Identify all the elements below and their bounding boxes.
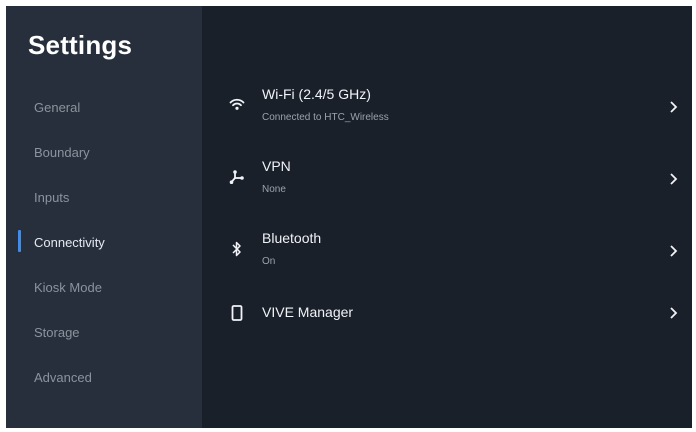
sidebar-item-label: Boundary: [34, 144, 90, 160]
vpn-row[interactable]: VPN None: [202, 150, 692, 206]
wifi-title: Wi-Fi (2.4/5 GHz): [262, 86, 371, 102]
settings-window: Settings General Boundary Inputs Connect…: [6, 6, 692, 428]
sidebar-item-storage[interactable]: Storage: [6, 314, 202, 350]
sidebar-item-label: General: [34, 99, 81, 115]
bluetooth-status: On: [262, 256, 276, 267]
wifi-row[interactable]: Wi-Fi (2.4/5 GHz) Connected to HTC_Wirel…: [202, 78, 692, 134]
active-indicator: [18, 230, 21, 252]
vpn-title: VPN: [262, 158, 291, 174]
chevron-right-icon: [668, 306, 680, 320]
vpn-icon: [228, 168, 246, 186]
wifi-icon: [228, 95, 246, 113]
phone-icon: [228, 304, 246, 322]
chevron-right-icon: [668, 244, 680, 258]
sidebar-item-label: Kiosk Mode: [34, 279, 102, 295]
sidebar: Settings General Boundary Inputs Connect…: [6, 6, 202, 428]
sidebar-item-boundary[interactable]: Boundary: [6, 134, 202, 170]
sidebar-item-label: Inputs: [34, 189, 70, 205]
page-title: Settings: [28, 30, 133, 60]
sidebar-item-label: Connectivity: [34, 234, 105, 250]
sidebar-item-label: Advanced: [34, 369, 92, 385]
sidebar-item-label: Storage: [34, 324, 80, 340]
sidebar-item-advanced[interactable]: Advanced: [6, 359, 202, 395]
vive-manager-title: VIVE Manager: [262, 304, 354, 320]
sidebar-item-general[interactable]: General: [6, 89, 202, 125]
sidebar-item-kiosk-mode[interactable]: Kiosk Mode: [6, 269, 202, 305]
chevron-right-icon: [668, 172, 680, 186]
bluetooth-title: Bluetooth: [262, 230, 322, 246]
vive-manager-row[interactable]: VIVE Manager: [202, 294, 692, 350]
bluetooth-row[interactable]: Bluetooth On: [202, 222, 692, 278]
sidebar-item-inputs[interactable]: Inputs: [6, 179, 202, 215]
vpn-status: None: [262, 184, 286, 195]
wifi-status: Connected to HTC_Wireless: [262, 112, 389, 123]
sidebar-item-connectivity[interactable]: Connectivity: [6, 224, 202, 260]
chevron-right-icon: [668, 100, 680, 114]
bluetooth-icon: [228, 240, 246, 258]
